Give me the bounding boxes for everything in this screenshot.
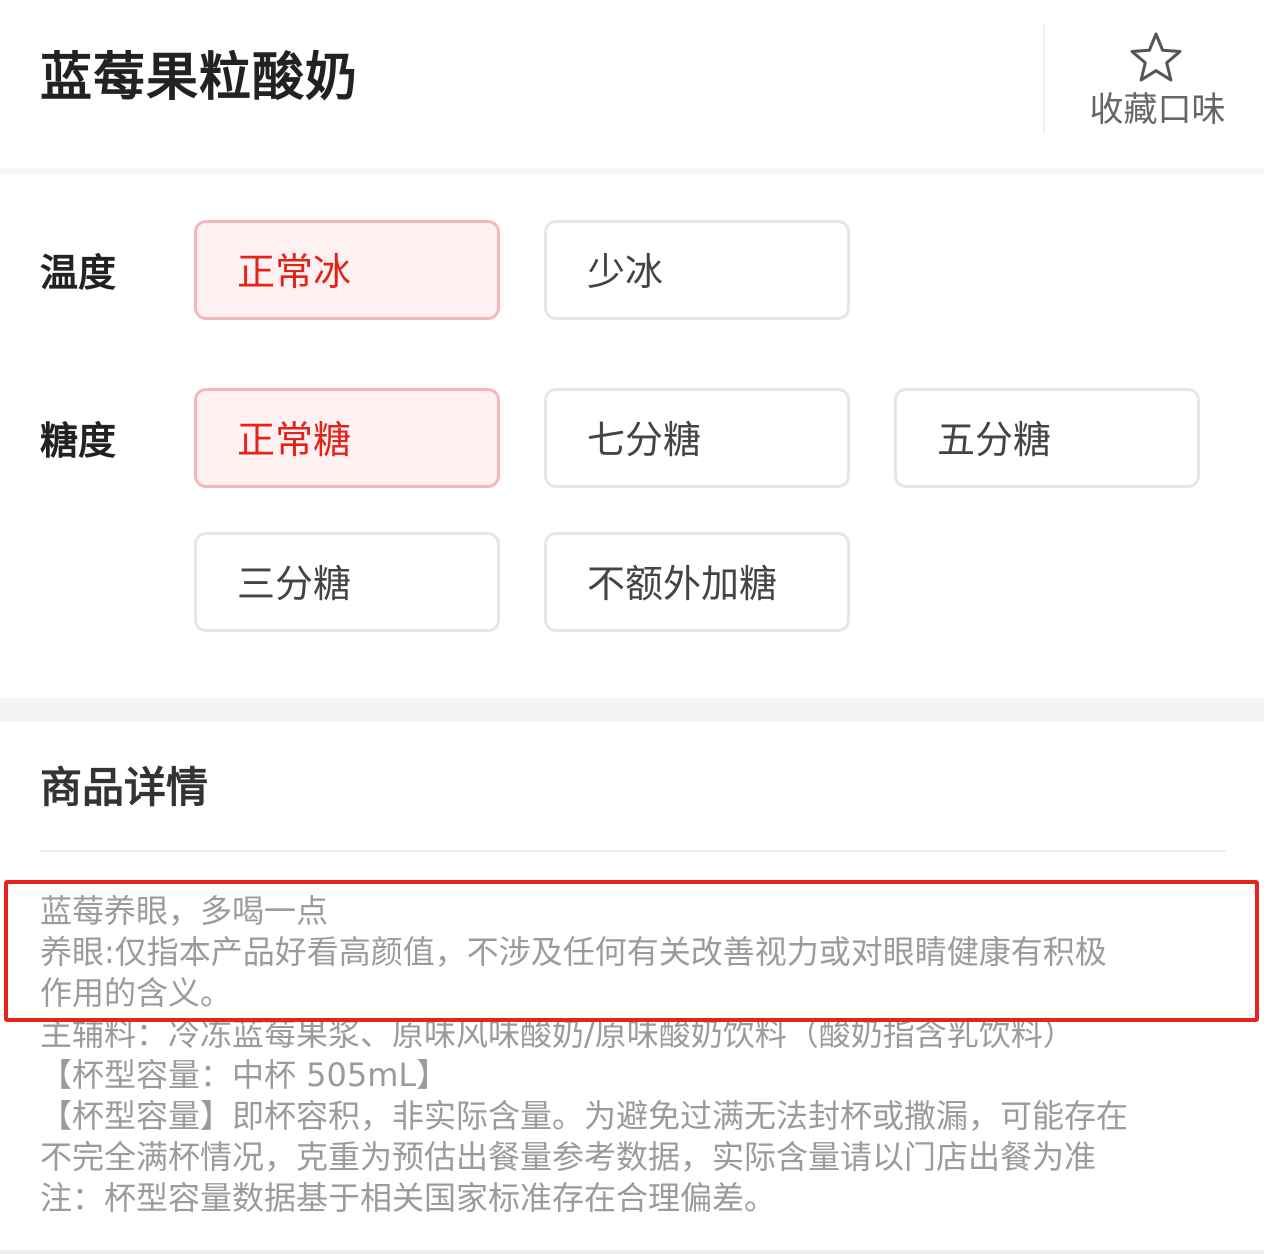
- product-option-page: 蓝莓果粒酸奶 收藏口味 温度 正常冰 少冰 糖度 正常糖 七分糖 五分糖 三分糖…: [0, 0, 1264, 1254]
- detail-divider: [40, 850, 1226, 852]
- option-label: 正常冰: [237, 250, 352, 294]
- option-sweetness-normal-sugar[interactable]: 正常糖: [194, 388, 500, 488]
- detail-line: 作用的含义。: [40, 974, 233, 1012]
- detail-line: 不完全满杯情况，克重为预估出餐量参考数据，实际含量请以门店出餐为准: [40, 1138, 1097, 1176]
- favorite-label: 收藏口味: [1089, 90, 1226, 130]
- option-label: 三分糖: [237, 562, 352, 606]
- section-gap: [0, 698, 1264, 722]
- detail-line: 【杯型容量】即杯容积，非实际含量。为避免过满无法封杯或撒漏，可能存在: [40, 1097, 1129, 1135]
- sweetness-label: 糖度: [40, 419, 117, 463]
- option-label: 正常糖: [237, 418, 352, 462]
- option-sweetness-no-added-sugar[interactable]: 不额外加糖: [544, 532, 850, 632]
- detail-line: 养眼:仅指本产品好看高颜值，不涉及任何有关改善视力或对眼睛健康有积极: [40, 933, 1107, 971]
- star-outline-icon: [1130, 32, 1182, 82]
- option-sweetness-fifty[interactable]: 五分糖: [894, 388, 1200, 488]
- header-divider: [1043, 24, 1045, 134]
- option-sweetness-thirty[interactable]: 三分糖: [194, 532, 500, 632]
- detail-section-title: 商品详情: [40, 763, 209, 812]
- option-label: 不额外加糖: [587, 562, 778, 606]
- product-header: 蓝莓果粒酸奶 收藏口味: [0, 0, 1264, 168]
- option-sweetness-seventy[interactable]: 七分糖: [544, 388, 850, 488]
- detail-line: 【杯型容量：中杯 505mL】: [40, 1056, 449, 1094]
- option-temperature-normal-ice[interactable]: 正常冰: [194, 220, 500, 320]
- header-separator: [0, 168, 1264, 174]
- detail-line: 主辅料：冷冻蓝莓果浆、原味风味酸奶/原味酸奶饮料（酸奶指含乳饮料）: [40, 1015, 1075, 1053]
- detail-line: 蓝莓养眼，多喝一点: [40, 892, 329, 930]
- temperature-label: 温度: [40, 251, 117, 295]
- bottom-divider: [0, 1250, 1264, 1254]
- detail-line: 注：杯型容量数据基于相关国家标准存在合理偏差。: [40, 1179, 777, 1217]
- option-label: 七分糖: [587, 418, 702, 462]
- option-label: 五分糖: [937, 418, 1052, 462]
- option-label: 少冰: [587, 250, 664, 294]
- favorite-flavor-button[interactable]: 收藏口味: [1075, 24, 1240, 144]
- product-title: 蓝莓果粒酸奶: [40, 48, 359, 108]
- option-temperature-less-ice[interactable]: 少冰: [544, 220, 850, 320]
